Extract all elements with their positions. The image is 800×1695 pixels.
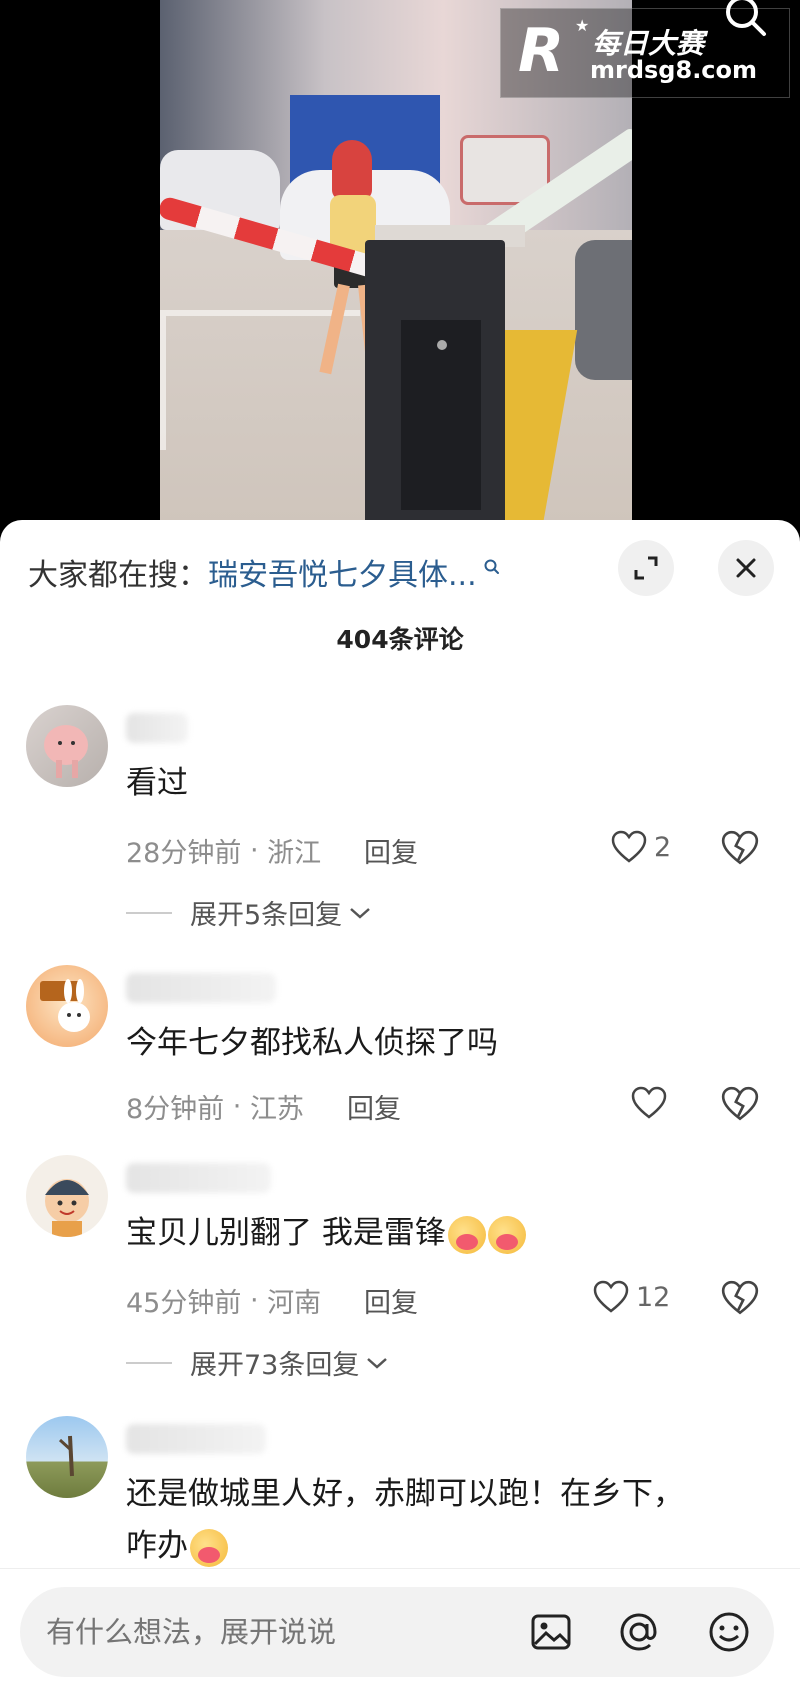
expand-replies-label: 展开5条回复 xyxy=(190,900,343,931)
comment-item: 看过 28分钟前 · 浙江 回复 2 展开5条回复 xyxy=(0,705,800,935)
reply-button[interactable]: 回复 xyxy=(347,1087,401,1126)
scene-car xyxy=(575,240,632,380)
laugh-cry-emoji-icon xyxy=(190,1528,228,1567)
dislike-button[interactable] xyxy=(720,1279,760,1317)
reply-button[interactable]: 回复 xyxy=(364,831,418,870)
like-count: 12 xyxy=(636,1281,671,1313)
comment-text: 今年七夕都找私人侦探了吗 xyxy=(126,1025,498,1061)
video-player[interactable]: R ★ 每日大赛 mrdsg8.com xyxy=(0,0,800,525)
comment-meta: 8分钟前 · 江苏 xyxy=(126,1087,304,1126)
dislike-button[interactable] xyxy=(720,829,760,867)
comment-text-body: 咋办 xyxy=(126,1528,188,1564)
avatar[interactable] xyxy=(26,1416,108,1498)
comment-text-body: 宝贝儿别翻了 我是雷锋 xyxy=(126,1215,446,1251)
divider xyxy=(126,1361,172,1364)
like-button[interactable]: 12 xyxy=(592,1279,670,1315)
avatar[interactable] xyxy=(26,705,108,787)
gate-lock xyxy=(437,340,447,350)
hot-search-query[interactable]: 瑞安吾悦七夕具体... xyxy=(208,550,477,594)
comment-input-pill[interactable] xyxy=(20,1587,774,1677)
comment-text-line: 还是做城里人好，赤脚可以跑！在乡下， xyxy=(126,1476,684,1512)
expand-icon xyxy=(634,556,658,580)
reply-button[interactable]: 回复 xyxy=(364,1281,418,1320)
comment-sheet: 大家都在搜： 瑞安吾悦七夕具体... 404条评论 看过 28分钟前 · 浙江 xyxy=(0,520,800,1695)
comment-count: 404条评论 xyxy=(336,625,464,654)
comment-text: 宝贝儿别翻了 我是雷锋 xyxy=(126,1207,746,1259)
expand-replies-button[interactable]: 展开5条回复 xyxy=(126,893,372,932)
meta-separator: · xyxy=(241,1285,268,1316)
search-icon[interactable] xyxy=(720,0,770,40)
close-button[interactable] xyxy=(718,540,774,596)
hot-search-prefix: 大家都在搜： xyxy=(28,558,208,593)
hot-search-bar[interactable]: 大家都在搜： 瑞安吾悦七夕具体... xyxy=(28,550,501,594)
at-icon[interactable] xyxy=(616,1609,662,1655)
comment-region: 江苏 xyxy=(249,1094,304,1125)
watermark-url: mrdsg8.com xyxy=(590,56,758,84)
username-blurred[interactable] xyxy=(126,1163,271,1193)
username-blurred[interactable] xyxy=(126,713,188,743)
broken-heart-icon xyxy=(721,1086,759,1121)
scene-gate-box xyxy=(365,240,505,525)
comment-time: 45分钟前 xyxy=(126,1288,242,1319)
username-blurred[interactable] xyxy=(126,1424,266,1454)
comment-region: 河南 xyxy=(267,1288,322,1319)
person-hair xyxy=(332,140,372,200)
like-button[interactable] xyxy=(630,1085,668,1121)
search-icon xyxy=(484,559,499,574)
avatar[interactable] xyxy=(26,1155,108,1237)
star-icon: ★ xyxy=(575,16,590,35)
person-leg xyxy=(319,283,350,375)
heart-icon xyxy=(611,830,647,863)
hug-emoji-icon xyxy=(447,1215,486,1254)
chevron-down-icon xyxy=(367,1357,388,1369)
expand-replies-label: 展开73条回复 xyxy=(190,1350,360,1381)
comment-item: 今年七夕都找私人侦探了吗 8分钟前 · 江苏 回复 xyxy=(0,965,800,1135)
comment-item: 还是做城里人好，赤脚可以跑！在乡下， 咋办 xyxy=(0,1416,800,1576)
image-icon[interactable] xyxy=(528,1609,574,1655)
broken-heart-icon xyxy=(721,830,759,865)
like-count: 2 xyxy=(654,831,672,863)
comment-input-bar xyxy=(0,1568,800,1695)
comment-time: 28分钟前 xyxy=(126,838,242,869)
comment-meta: 45分钟前 · 河南 xyxy=(126,1281,321,1320)
close-icon xyxy=(736,558,756,578)
comment-text: 看过 xyxy=(126,765,188,801)
dislike-button[interactable] xyxy=(720,1085,760,1123)
like-button[interactable]: 2 xyxy=(610,829,671,865)
heart-icon xyxy=(593,1280,629,1313)
broken-heart-icon xyxy=(721,1280,759,1315)
comment-text: 还是做城里人好，赤脚可以跑！在乡下， 咋办 xyxy=(126,1468,746,1572)
comment-region: 浙江 xyxy=(267,838,322,869)
watermark-logo: R xyxy=(518,16,565,86)
smiley-icon[interactable] xyxy=(706,1609,752,1655)
avatar[interactable] xyxy=(26,965,108,1047)
heart-icon xyxy=(631,1086,667,1119)
divider xyxy=(126,911,172,914)
chevron-down-icon xyxy=(350,907,371,919)
comment-time: 8分钟前 xyxy=(126,1094,225,1125)
expand-replies-button[interactable]: 展开73条回复 xyxy=(126,1343,389,1382)
meta-separator: · xyxy=(224,1091,250,1122)
comment-meta: 28分钟前 · 浙江 xyxy=(126,831,321,870)
meta-separator: · xyxy=(241,835,268,866)
hug-emoji-icon xyxy=(487,1215,526,1254)
comment-text-line: 咋办 xyxy=(126,1520,746,1572)
username-blurred[interactable] xyxy=(126,973,276,1003)
expand-button[interactable] xyxy=(618,540,674,596)
comment-input[interactable] xyxy=(46,1587,486,1677)
comment-item: 宝贝儿别翻了 我是雷锋 45分钟前 · 河南 回复 12 展开73条回复 xyxy=(0,1155,800,1385)
